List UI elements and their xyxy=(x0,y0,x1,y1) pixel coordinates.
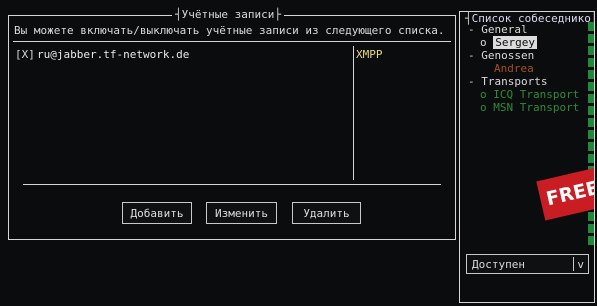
contact-icq-transport[interactable]: o ICQ Transport xyxy=(480,89,579,101)
status-select-divider xyxy=(573,257,574,271)
status-select-value: Доступен xyxy=(472,258,525,271)
description-divider xyxy=(13,41,451,42)
chevron-down-icon[interactable]: v xyxy=(577,258,584,271)
group-transports[interactable]: - Transports xyxy=(468,76,547,88)
contact-name: Sergey xyxy=(493,36,537,49)
status-select[interactable]: Доступен v xyxy=(466,254,589,274)
accounts-description: Вы можете включать/выключать учётные зап… xyxy=(14,24,445,37)
contact-msn-transport[interactable]: o MSN Transport xyxy=(480,102,579,114)
contact-andrea[interactable]: Andrea xyxy=(494,63,534,75)
buttons-divider xyxy=(23,184,441,185)
accounts-window: Учётные записи Вы можете включать/выключ… xyxy=(8,8,456,240)
group-genossen[interactable]: - Genossen xyxy=(468,50,534,62)
add-button[interactable]: Добавить xyxy=(122,202,192,224)
accounts-list[interactable]: [X] ru@jabber.tf-network.de XMPP xyxy=(13,46,449,180)
roster-scrollbar[interactable] xyxy=(588,22,594,252)
contact-sergey[interactable]: o Sergey xyxy=(480,36,537,49)
account-row[interactable]: [X] ru@jabber.tf-network.de XMPP xyxy=(13,49,449,63)
group-general[interactable]: - General xyxy=(468,24,528,36)
delete-button[interactable]: Удалить xyxy=(292,202,361,224)
account-jid: ru@jabber.tf-network.de xyxy=(37,48,190,61)
account-checkbox[interactable]: [X] xyxy=(15,49,35,61)
account-protocol: XMPP xyxy=(356,48,383,61)
free-banner: FREE xyxy=(536,167,594,221)
column-divider xyxy=(353,46,354,180)
accounts-window-title: Учётные записи xyxy=(172,8,284,22)
edit-button[interactable]: Изменить xyxy=(206,202,277,224)
